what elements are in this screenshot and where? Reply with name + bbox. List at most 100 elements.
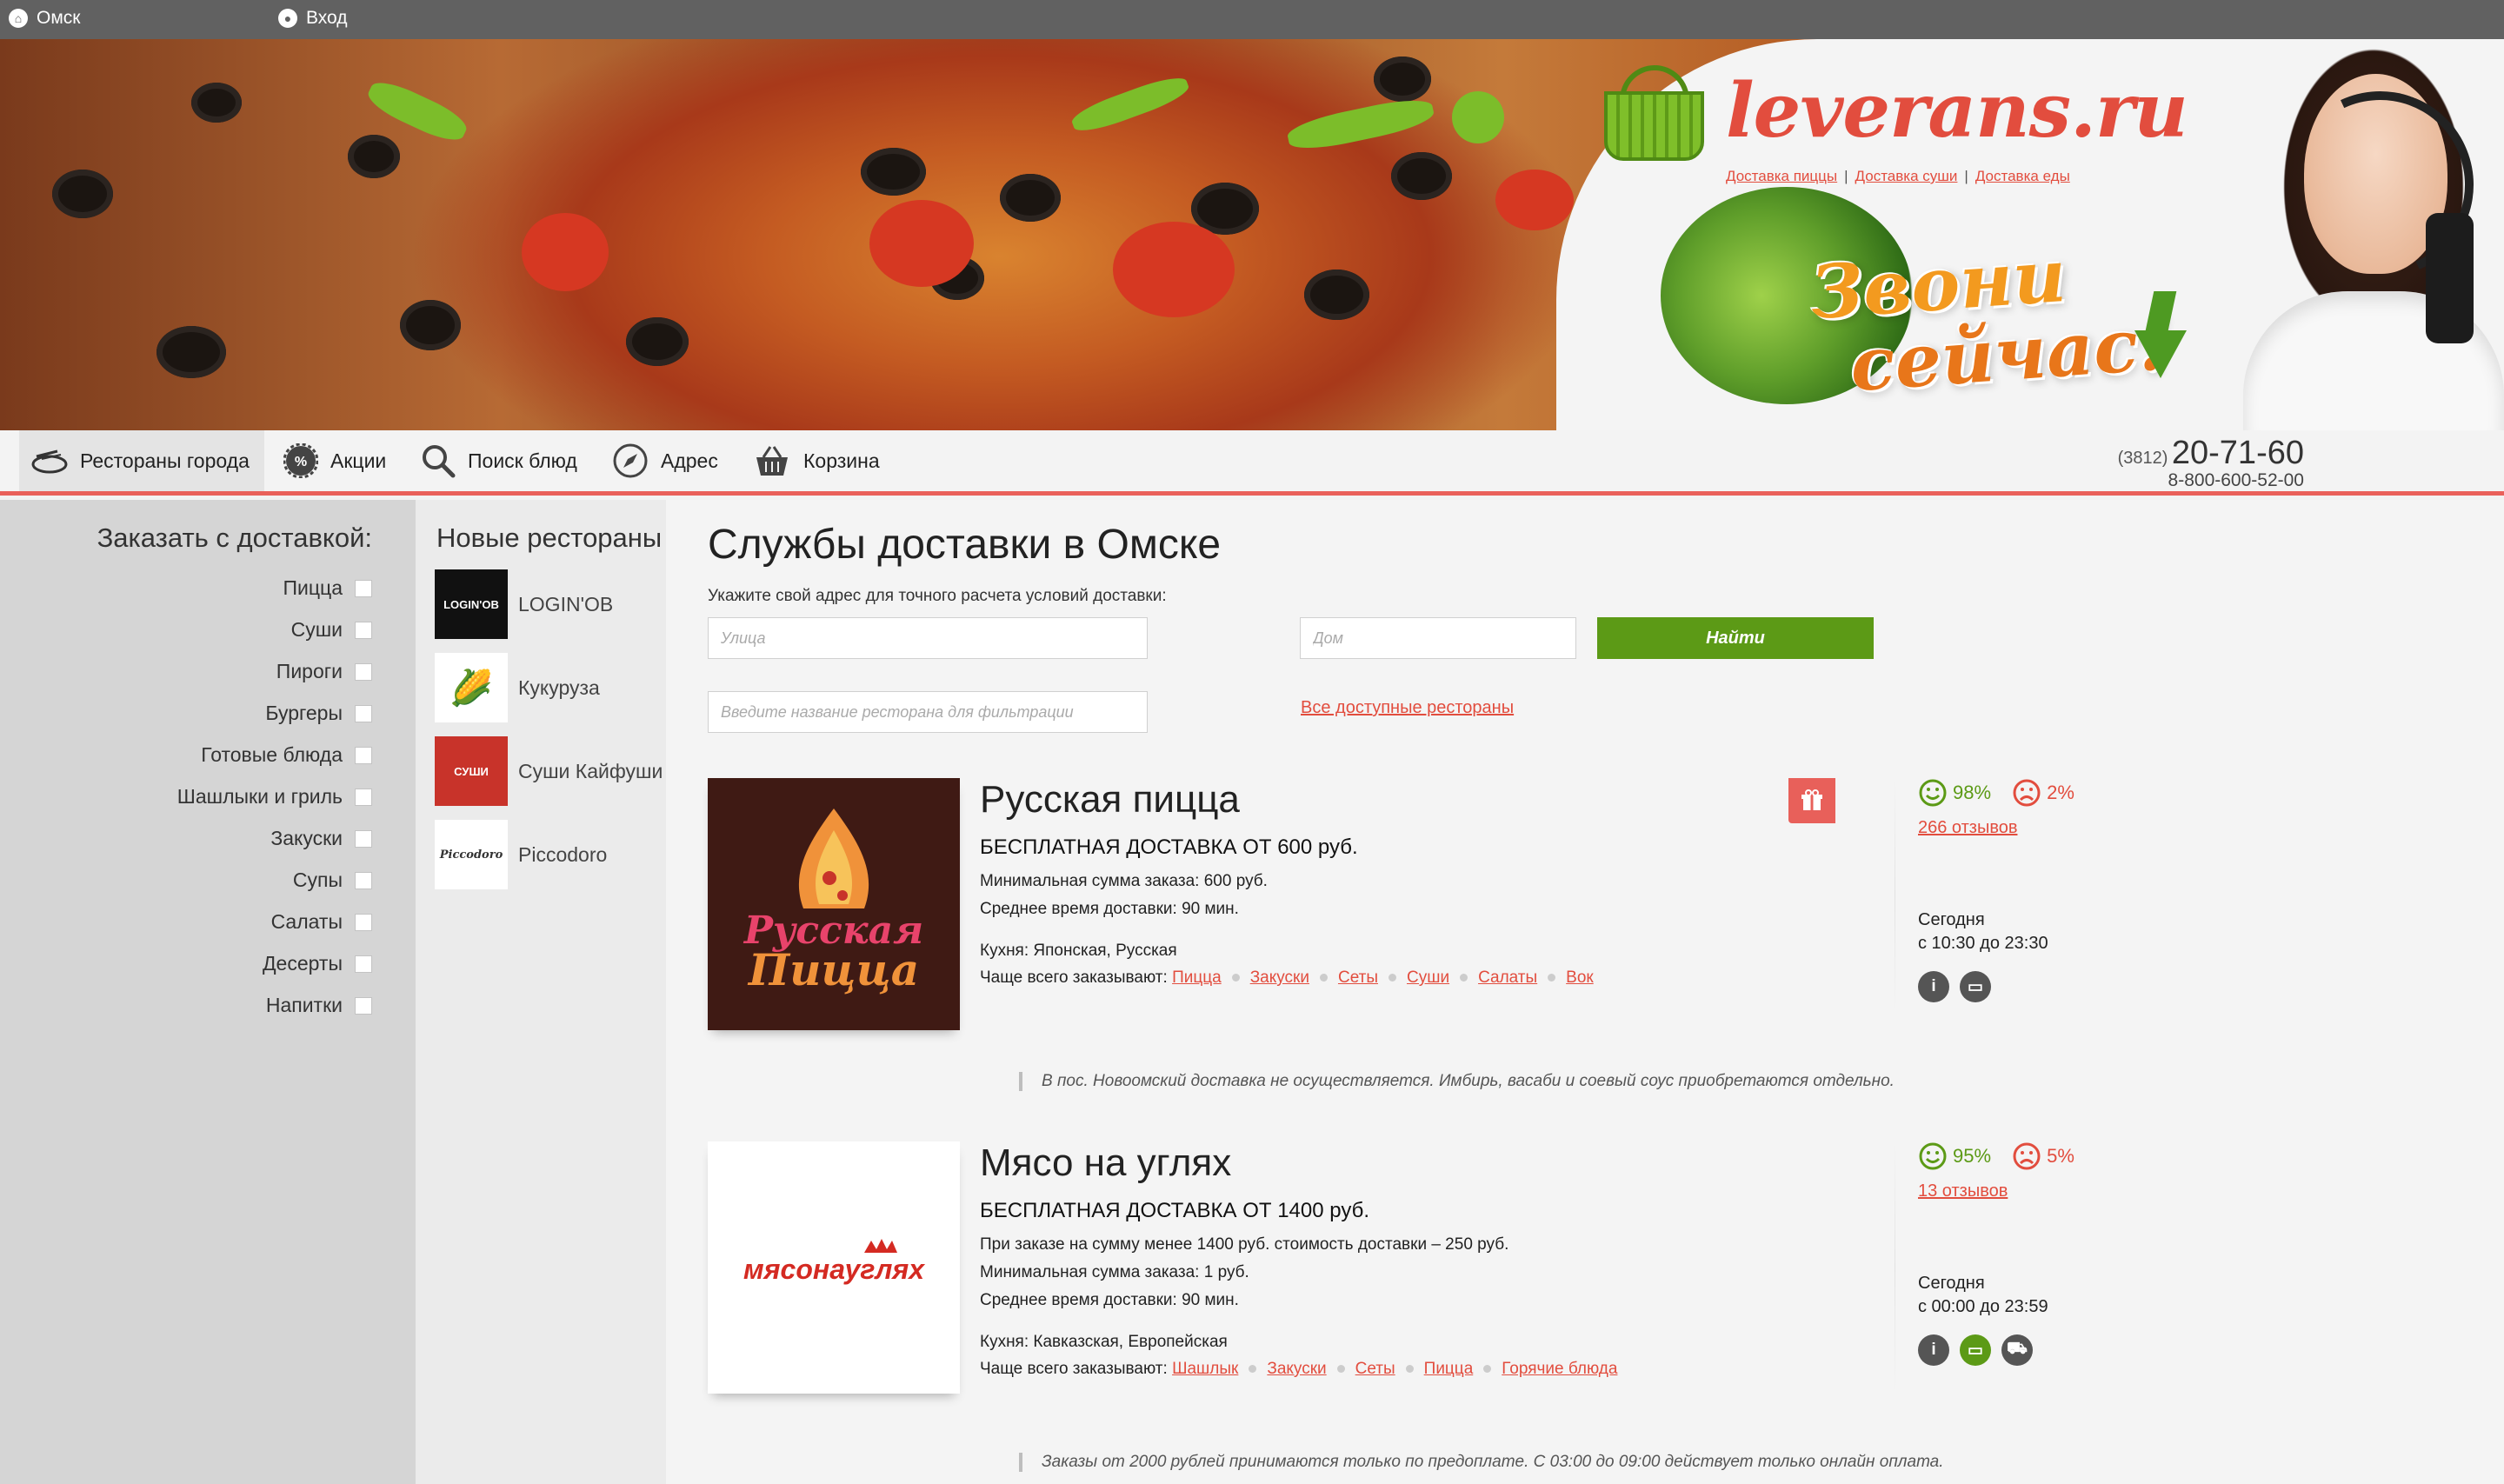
myaso-na-uglyah-logo-icon: мясонауглях: [743, 1239, 925, 1285]
dish-link[interactable]: Сеты: [1338, 968, 1378, 987]
category-filter[interactable]: Пицца: [283, 576, 372, 600]
dish-link[interactable]: Вок: [1566, 968, 1594, 987]
category-filter[interactable]: Напитки: [266, 994, 372, 1017]
category-label: Пироги: [276, 660, 343, 682]
restaurant-logo[interactable]: Русская Пицца: [708, 778, 960, 1030]
new-restaurant-item[interactable]: LOGIN'OB LOGIN'OB: [435, 569, 613, 639]
info-icon[interactable]: i: [1918, 971, 1949, 1002]
logo-word: мясонауглях: [743, 1254, 925, 1285]
house-input[interactable]: [1300, 617, 1576, 659]
working-hours: Сегодня с 10:30 до 23:30: [1918, 908, 2048, 955]
info-icon[interactable]: i: [1918, 1334, 1949, 1366]
nav-address[interactable]: Адрес: [600, 430, 730, 491]
new-restaurant-item[interactable]: 🌽 Кукуруза: [435, 653, 600, 722]
restaurant-thumb: СУШИ: [435, 736, 508, 806]
nav-cart[interactable]: Корзина: [741, 430, 892, 491]
restaurant-info-line: Среднее время доставки: 90 мин.: [980, 900, 1239, 918]
search-icon: [423, 445, 456, 478]
category-filter[interactable]: Бургеры: [265, 702, 372, 725]
nav-restaurants[interactable]: Рестораны города: [19, 430, 264, 491]
new-restaurant-name: Piccodoro: [518, 842, 608, 866]
find-button[interactable]: Найти: [1597, 617, 1874, 659]
compass-icon: [613, 443, 648, 478]
reviews-link[interactable]: 13 отзывов: [1918, 1181, 2074, 1201]
plate-icon: [31, 449, 68, 474]
restaurant-note: В пос. Новоомский доставка не осуществля…: [1019, 1072, 1895, 1091]
nav-promos[interactable]: % Акции: [271, 430, 398, 491]
user-icon: ●: [278, 9, 297, 28]
nav-restaurants-label: Рестораны города: [80, 449, 250, 472]
car-icon[interactable]: ⛟: [2001, 1334, 2033, 1366]
category-filter[interactable]: Шашлыки и гриль: [177, 785, 372, 809]
category-checkbox[interactable]: [355, 621, 372, 639]
reviews-link[interactable]: 266 отзывов: [1918, 818, 2074, 838]
restaurant-name[interactable]: Мясо на углях: [980, 1141, 1231, 1185]
restaurant-logo[interactable]: мясонауглях: [708, 1141, 960, 1394]
basket-icon: [756, 446, 788, 476]
restaurant-name[interactable]: Русская пицца: [980, 778, 1240, 822]
restaurant-info-line: Минимальная сумма заказа: 600 руб.: [980, 872, 1268, 890]
category-checkbox[interactable]: [355, 788, 372, 806]
dish-link[interactable]: Закуски: [1250, 968, 1309, 987]
category-filter[interactable]: Десерты: [263, 952, 372, 975]
category-filter[interactable]: Пироги: [276, 660, 372, 683]
home-icon: ⌂: [9, 9, 28, 28]
hours-day: Сегодня: [1918, 1274, 1985, 1293]
dish-link[interactable]: Шашлык: [1172, 1360, 1238, 1378]
dish-link[interactable]: Закуски: [1267, 1360, 1326, 1378]
category-filter[interactable]: Суши: [291, 618, 372, 642]
category-filter[interactable]: Закуски: [270, 827, 372, 850]
nav-cart-label: Корзина: [803, 449, 880, 472]
city-selector[interactable]: ⌂ Омск: [9, 8, 80, 29]
card-payment-icon[interactable]: ▭: [1960, 971, 1991, 1002]
category-checkbox[interactable]: [355, 704, 372, 722]
dish-link[interactable]: Салаты: [1478, 968, 1537, 987]
category-label: Готовые блюда: [201, 743, 343, 766]
restaurant-info-line: При заказе на сумму менее 1400 руб. стои…: [980, 1235, 1509, 1254]
restaurant-info-line: Минимальная сумма заказа: 1 руб.: [980, 1263, 1249, 1281]
food-delivery-link[interactable]: Доставка еды: [1975, 168, 2070, 184]
category-checkbox[interactable]: [355, 746, 372, 764]
dish-link[interactable]: Суши: [1407, 968, 1449, 987]
all-restaurants-link[interactable]: Все доступные рестораны: [1301, 698, 1514, 718]
phone-number[interactable]: 20-71-60: [2172, 435, 2304, 471]
card-payment-icon[interactable]: ▭: [1960, 1334, 1991, 1366]
negative-percent: 5%: [2047, 1145, 2074, 1167]
pizza-delivery-link[interactable]: Доставка пиццы: [1726, 168, 1837, 184]
hours-range: с 10:30 до 23:30: [1918, 934, 2048, 953]
dish-link[interactable]: Сеты: [1355, 1360, 1395, 1378]
category-label: Закуски: [270, 827, 343, 849]
category-checkbox[interactable]: [355, 662, 372, 681]
service-icons: i ▭ ⛟: [1918, 1334, 2033, 1366]
category-filter[interactable]: Супы: [293, 868, 372, 892]
new-restaurant-item[interactable]: СУШИ Суши Кайфуши: [435, 736, 663, 806]
negative-percent: 2%: [2047, 782, 2074, 803]
category-checkbox[interactable]: [355, 955, 372, 973]
restaurant-filter-input[interactable]: [708, 691, 1148, 733]
new-restaurant-item[interactable]: Piccodoro Piccodoro: [435, 820, 607, 889]
sushi-delivery-link[interactable]: Доставка суши: [1855, 168, 1958, 184]
street-input[interactable]: [708, 617, 1148, 659]
dish-link[interactable]: Пицца: [1172, 968, 1222, 987]
restaurant-cuisine: Кухня: Кавказская, Европейская: [980, 1333, 1228, 1351]
nav-address-label: Адрес: [661, 449, 718, 472]
dish-link[interactable]: Горячие блюда: [1502, 1360, 1617, 1378]
new-restaurants-title: Новые рестораны: [436, 522, 663, 553]
category-checkbox[interactable]: [355, 871, 372, 889]
service-icons: i ▭: [1918, 971, 1991, 1002]
category-filter[interactable]: Салаты: [271, 910, 372, 934]
category-checkbox[interactable]: [355, 829, 372, 848]
call-now-text: Звони сейчас!: [1808, 231, 2173, 408]
dish-link[interactable]: Пицца: [1424, 1360, 1474, 1378]
category-checkbox[interactable]: [355, 913, 372, 931]
gift-icon[interactable]: [1788, 778, 1835, 823]
category-checkbox[interactable]: [355, 996, 372, 1015]
restaurant-thumb: 🌽: [435, 653, 508, 722]
category-filter[interactable]: Готовые блюда: [201, 743, 372, 767]
nav-search-dishes[interactable]: Поиск блюд: [409, 430, 589, 491]
category-checkbox[interactable]: [355, 579, 372, 597]
frown-icon: [2013, 779, 2041, 807]
city-label: Омск: [37, 8, 81, 28]
login-link[interactable]: ● Вход: [278, 8, 348, 29]
phone-alt[interactable]: 8-800-600-52-00: [2118, 470, 2304, 491]
